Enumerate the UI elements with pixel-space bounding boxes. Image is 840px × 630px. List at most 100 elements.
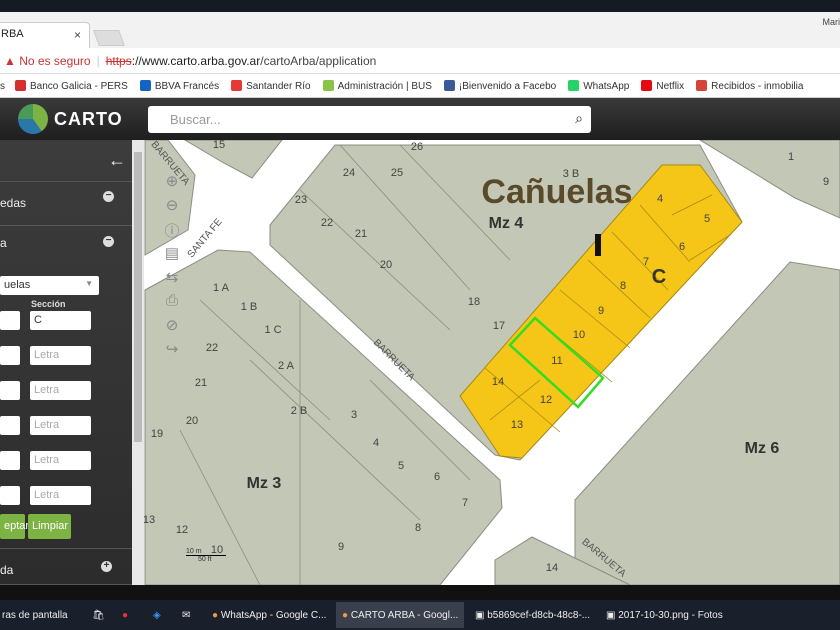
lot-number: 9 — [823, 176, 829, 188]
lot-number: 25 — [391, 167, 403, 179]
number-field[interactable] — [0, 381, 20, 400]
lot-number: 5 — [704, 213, 710, 225]
collapse-icon[interactable]: − — [103, 236, 114, 247]
number-field[interactable] — [0, 416, 20, 435]
clear-button[interactable]: Limpiar — [28, 514, 71, 539]
search-icon[interactable]: ⌕ — [575, 110, 583, 127]
lot-number: 21 — [355, 228, 367, 240]
bookmark-item[interactable]: Administración | BUS — [322, 80, 432, 92]
bookmark-item[interactable]: WhatsApp — [568, 80, 629, 92]
map-canvas[interactable]: 15 263 B24 2523222120456789101112131417181… — [144, 140, 840, 585]
bookmark-item[interactable]: Recibidos - inmobilia — [696, 80, 803, 92]
lot-number: 4 — [373, 437, 379, 449]
sidebar-scrollbar[interactable] — [132, 140, 144, 585]
mail-icon[interactable]: ✉ — [182, 610, 190, 621]
measure-icon[interactable]: ⇆ — [162, 268, 182, 292]
lot-number: 22 — [321, 217, 333, 229]
address-bar[interactable]: ▲ No es seguro | https://www.carto.arba.go… — [0, 48, 840, 74]
number-field[interactable] — [0, 451, 20, 470]
zoom-out-icon[interactable]: ⊖ — [162, 196, 182, 220]
lot-number: 2 B — [291, 405, 308, 417]
block-nw — [184, 140, 283, 179]
bookmark-icon — [322, 80, 334, 91]
print-icon[interactable]: ⎙ — [162, 292, 182, 316]
map-marker — [595, 234, 601, 256]
accept-button[interactable]: eptar — [0, 514, 29, 539]
lot-number: 10 — [573, 329, 585, 341]
section-searches-label[interactable]: edas — [0, 196, 26, 210]
new-tab-button[interactable] — [93, 30, 125, 46]
info-icon[interactable]: ⓘ — [162, 220, 182, 244]
seccion-field[interactable]: C — [30, 311, 91, 330]
lot-number: 21 — [195, 377, 207, 389]
lot-number: 7 — [643, 256, 649, 268]
carto-logo-icon — [18, 104, 48, 134]
back-arrow-icon[interactable]: ← — [108, 150, 126, 171]
browser-tab[interactable]: RBA × — [0, 22, 90, 48]
lot-number: 6 — [679, 241, 685, 253]
section-label[interactable]: da — [0, 563, 13, 577]
bookmark-icon — [641, 80, 653, 91]
taskbar-item-whatsapp[interactable]: ● WhatsApp - Google C... — [212, 610, 326, 621]
lot-number: 17 — [493, 320, 505, 332]
zoom-in-icon[interactable]: ⊕ — [162, 172, 182, 196]
draw-icon[interactable]: ⊘ — [162, 316, 182, 340]
collapse-icon[interactable]: − — [103, 191, 114, 202]
tab-bar: RBA × Mari — [0, 12, 840, 48]
block-label: Mz 3 — [247, 475, 282, 492]
number-field[interactable] — [0, 346, 20, 365]
letter-field[interactable]: Letra — [30, 486, 91, 505]
taskbar-item-photos[interactable]: ▣ 2017-10-30.png - Fotos — [606, 610, 723, 621]
app-header: CARTO Buscar... ⌕ — [0, 98, 840, 140]
bookmark-item[interactable]: BBVA Francés — [139, 80, 219, 92]
close-tab-icon[interactable]: × — [74, 28, 81, 42]
circunscripcion-field[interactable] — [0, 311, 20, 330]
lot-number: 9 — [598, 305, 604, 317]
bookmarks-bar: s Banco Galicia - PERS BBVA Francés Santand… — [0, 74, 840, 98]
block-label: Mz 6 — [745, 440, 780, 457]
letter-field[interactable]: Letra — [30, 451, 91, 470]
layers-icon[interactable]: ▤ — [162, 244, 182, 268]
user-name[interactable]: Mari — [823, 17, 840, 27]
lot-number: 20 — [380, 259, 392, 271]
lot-number: 26 — [411, 141, 423, 153]
lot-number: 6 — [434, 471, 440, 483]
store-icon[interactable]: 🛍 — [92, 610, 105, 621]
letter-field[interactable]: Letra — [30, 381, 91, 400]
app-logo[interactable]: CARTO — [54, 109, 123, 130]
bookmark-icon — [231, 80, 243, 91]
lot-number: 8 — [620, 280, 626, 292]
bookmark-item[interactable]: Banco Galicia - PERS — [15, 80, 128, 92]
letter-field[interactable]: Letra — [30, 346, 91, 365]
bookmark-item[interactable]: Netflix — [641, 80, 684, 92]
letter-field[interactable]: Letra — [30, 416, 91, 435]
itunes-icon[interactable]: ● — [122, 610, 128, 621]
number-field[interactable] — [0, 486, 20, 505]
lot-number: 1 C — [264, 324, 281, 336]
bookmark-item[interactable]: ¡Bienvenido a Facebo — [443, 80, 556, 92]
security-status[interactable]: No es seguro — [19, 54, 90, 68]
shield-icon[interactable]: ◈ — [153, 610, 161, 621]
lot-number: 2 A — [278, 360, 295, 372]
url-scheme: https — [105, 54, 132, 68]
lot-number: 23 — [295, 194, 307, 206]
taskbar-item-carto[interactable]: ● CARTO ARBA - Googl... — [336, 602, 464, 628]
scrollbar-thumb[interactable] — [134, 152, 142, 442]
taskbar-item[interactable]: ras de pantalla — [2, 610, 68, 621]
lot-number: 13 — [511, 419, 523, 431]
share-icon[interactable]: ↪ — [162, 340, 182, 364]
bookmark-icon — [15, 80, 26, 91]
warning-icon: ▲ — [4, 54, 20, 68]
partido-select[interactable]: uelas ▼ — [0, 276, 99, 295]
bookmark-icon — [139, 80, 151, 91]
bookmark-item[interactable]: Santander Río — [231, 80, 311, 92]
url-host: ://www.carto.arba.gov.ar — [131, 54, 261, 68]
section-nomenclature-label[interactable]: a — [0, 236, 7, 250]
search-input[interactable]: Buscar... ⌕ — [148, 106, 591, 133]
taskbar-item-image[interactable]: ▣ b5869cef-d8cb-48c8-... — [475, 610, 590, 621]
expand-icon[interactable]: + — [101, 561, 112, 572]
map-view[interactable]: 15 26 3 B 24 25 23 22 21 20 4 5 6 7 8 9 10 11 12 13 14 17 18 1… — [144, 140, 840, 585]
lot-number: 1 — [788, 151, 794, 163]
lot-number: 9 — [338, 541, 344, 553]
lot-number: 8 — [415, 522, 421, 534]
